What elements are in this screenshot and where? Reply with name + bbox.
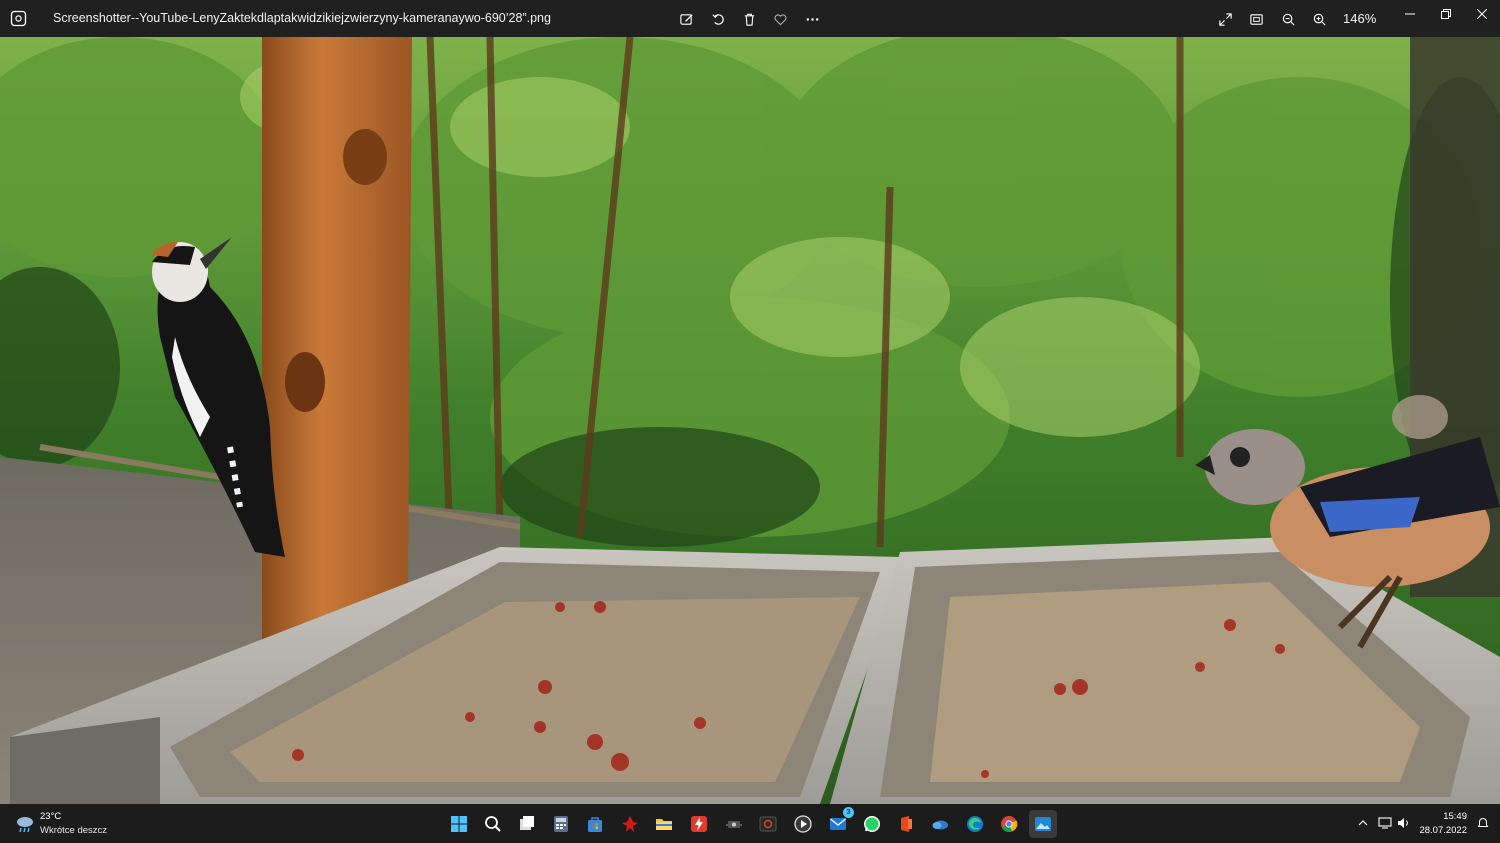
- capture-icon[interactable]: [720, 810, 748, 838]
- favorite-icon[interactable]: [767, 7, 793, 31]
- windows-icon[interactable]: [445, 810, 473, 838]
- mail-badge: 3: [843, 807, 854, 818]
- close-button[interactable]: [1464, 0, 1500, 28]
- search-icon[interactable]: [479, 810, 507, 838]
- dark-app-icon[interactable]: [754, 810, 782, 838]
- maximize-button[interactable]: [1428, 0, 1464, 28]
- title-bar: Screenshotter--YouTube-LenyZaktekdlaptak…: [0, 0, 1500, 37]
- calculator-icon[interactable]: [547, 810, 575, 838]
- taskbar: 23°C Wkrótce deszcz 3 15:49 28.07.2022: [0, 804, 1500, 843]
- office-icon[interactable]: [892, 810, 920, 838]
- lightning-app-icon[interactable]: [685, 810, 713, 838]
- window-title: Screenshotter--YouTube-LenyZaktekdlaptak…: [53, 11, 551, 25]
- more-icon[interactable]: [799, 7, 825, 31]
- display-icon[interactable]: [1376, 814, 1394, 832]
- zoom-in-icon[interactable]: [1306, 7, 1332, 31]
- play-icon[interactable]: [789, 810, 817, 838]
- clock-time[interactable]: 15:49: [1421, 811, 1467, 822]
- delete-icon[interactable]: [736, 7, 762, 31]
- minimize-button[interactable]: [1392, 0, 1428, 28]
- clock-date[interactable]: 28.07.2022: [1414, 825, 1467, 836]
- store-icon[interactable]: [581, 810, 609, 838]
- task-view-icon[interactable]: [513, 810, 541, 838]
- fullscreen-icon[interactable]: [1212, 7, 1238, 31]
- edit-icon[interactable]: [673, 7, 699, 31]
- chevron-up-icon[interactable]: [1354, 814, 1372, 832]
- whatsapp-icon[interactable]: [858, 810, 886, 838]
- zoom-level[interactable]: 146%: [1343, 11, 1376, 26]
- fit-icon[interactable]: [1243, 7, 1269, 31]
- photo-viewer-image[interactable]: [0, 37, 1500, 804]
- weather-condition[interactable]: Wkrótce deszcz: [40, 825, 107, 836]
- photos-app-icon: [10, 10, 27, 27]
- notification-icon[interactable]: [1474, 814, 1492, 832]
- weather-temperature[interactable]: 23°C: [40, 811, 61, 822]
- photos-icon[interactable]: [1029, 810, 1057, 838]
- rotate-icon[interactable]: [705, 7, 731, 31]
- mail-icon[interactable]: 3: [824, 807, 854, 838]
- red-app-icon[interactable]: [616, 810, 644, 838]
- zoom-out-icon[interactable]: [1275, 7, 1301, 31]
- cloud-app-icon[interactable]: [926, 810, 954, 838]
- chrome-icon[interactable]: [995, 810, 1023, 838]
- rain-cloud-icon[interactable]: [14, 813, 36, 835]
- folder-icon[interactable]: [650, 810, 678, 838]
- edge-icon[interactable]: [961, 810, 989, 838]
- forest-feeder-photo: [0, 37, 1500, 804]
- volume-icon[interactable]: [1394, 814, 1412, 832]
